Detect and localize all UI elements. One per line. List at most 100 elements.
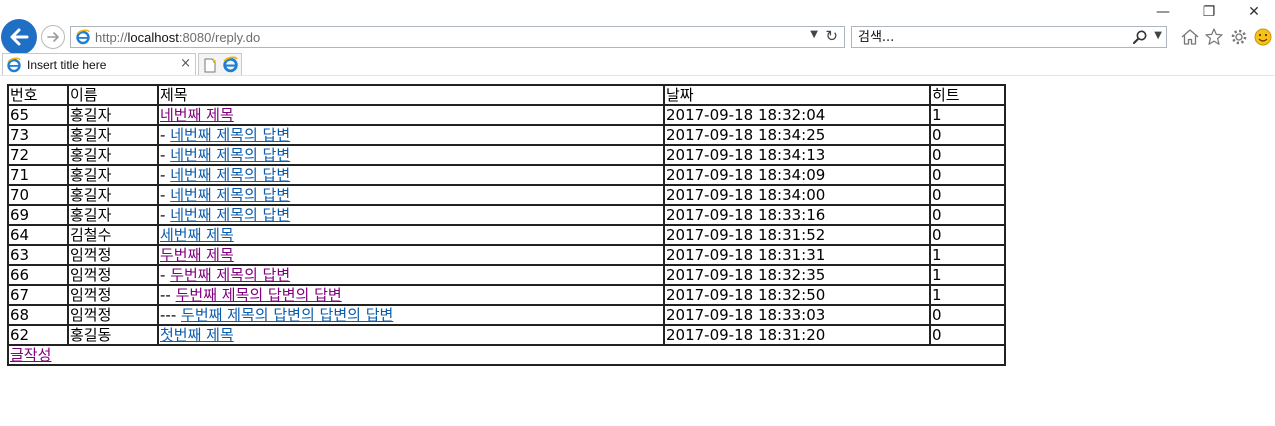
home-icon[interactable] [1179, 26, 1201, 48]
post-title-link[interactable]: 두번째 제목의 답변 [170, 267, 290, 283]
table-row: 66 임꺽정 - 두번째 제목의 답변 2017-09-18 18:32:35 1 [7, 264, 1006, 286]
cell-title: - 네번째 제목의 답변 [157, 124, 665, 146]
smiley-feedback-icon[interactable] [1252, 26, 1274, 48]
favorites-star-icon[interactable] [1203, 26, 1225, 48]
table-row: 63 임꺽정 두번째 제목 2017-09-18 18:31:31 1 [7, 244, 1006, 266]
cell-hits: 0 [929, 184, 1006, 206]
tab-close-icon[interactable]: × [180, 56, 191, 71]
reply-depth-marker: --- [160, 306, 182, 324]
cell-title: - 네번째 제목의 답변 [157, 184, 665, 206]
address-bar[interactable]: http://localhost:8080/reply.do ▼ ↻ [70, 26, 845, 48]
cell-name: 홍길자 [67, 184, 159, 206]
gear-icon[interactable] [1228, 26, 1250, 48]
cell-no: 69 [7, 204, 69, 226]
cell-hits: 1 [929, 264, 1006, 286]
cell-hits: 0 [929, 324, 1006, 346]
post-title-link[interactable]: 네번째 제목의 답변 [170, 207, 290, 223]
table-row: 65 홍길자 네번째 제목 2017-09-18 18:32:04 1 [7, 104, 1006, 126]
cell-name: 임꺽정 [67, 244, 159, 266]
cell-title: 첫번째 제목 [157, 324, 665, 346]
table-row: 73 홍길자 - 네번째 제목의 답변 2017-09-18 18:34:25 0 [7, 124, 1006, 146]
new-page-icon [204, 58, 216, 73]
search-input[interactable] [858, 29, 1118, 45]
cell-title: - 네번째 제목의 답변 [157, 144, 665, 166]
cell-no: 65 [7, 104, 69, 126]
cell-date: 2017-09-18 18:32:35 [663, 264, 931, 286]
cell-no: 73 [7, 124, 69, 146]
close-window-button[interactable]: ✕ [1241, 2, 1267, 22]
post-title-link[interactable]: 네번째 제목의 답변 [170, 147, 290, 163]
address-dropdown-icon[interactable]: ▼ [810, 29, 818, 40]
cell-name: 홍길자 [67, 104, 159, 126]
post-title-link[interactable]: 첫번째 제목 [160, 327, 234, 343]
reply-depth-marker: - [160, 186, 171, 204]
table-row: 69 홍길자 - 네번째 제목의 답변 2017-09-18 18:33:16 0 [7, 204, 1006, 226]
minimize-button[interactable]: — [1150, 2, 1176, 22]
cell-hits: 1 [929, 284, 1006, 306]
cell-no: 62 [7, 324, 69, 346]
browser-tab-active[interactable]: Insert title here × [2, 53, 196, 76]
cell-title: --- 두번째 제목의 답변의 답변의 답변 [157, 304, 665, 326]
post-title-link[interactable]: 세번째 제목 [160, 227, 234, 243]
cell-date: 2017-09-18 18:31:52 [663, 224, 931, 246]
cell-no: 66 [7, 264, 69, 286]
ie-tab-icon [7, 57, 21, 73]
address-url: http://localhost:8080/reply.do [95, 30, 261, 45]
post-title-link[interactable]: 두번째 제목의 답변의 답변의 답변 [181, 307, 393, 323]
post-title-link[interactable]: 네번째 제목의 답변 [170, 167, 290, 183]
post-title-link[interactable]: 네번째 제목 [160, 107, 234, 123]
write-post-link[interactable]: 글작성 [10, 347, 51, 363]
cell-name: 임꺽정 [67, 264, 159, 286]
refresh-icon[interactable]: ↻ [825, 27, 838, 45]
cell-no: 71 [7, 164, 69, 186]
header-hits: 히트 [929, 84, 1006, 106]
cell-name: 임꺽정 [67, 284, 159, 306]
cell-name: 홍길자 [67, 124, 159, 146]
cell-hits: 0 [929, 164, 1006, 186]
cell-hits: 1 [929, 244, 1006, 266]
cell-hits: 0 [929, 224, 1006, 246]
footer-cell: 글작성 [7, 344, 1006, 366]
table-row: 72 홍길자 - 네번째 제목의 답변 2017-09-18 18:34:13 0 [7, 144, 1006, 166]
chrome-divider [0, 75, 1275, 76]
tab-strip: Insert title here × [0, 53, 1275, 76]
cell-hits: 0 [929, 304, 1006, 326]
cell-title: 네번째 제목 [157, 104, 665, 126]
cell-no: 67 [7, 284, 69, 306]
post-title-link[interactable]: 네번째 제목의 답변 [170, 187, 290, 203]
search-dropdown-icon[interactable]: ▼ [1154, 30, 1162, 41]
cell-date: 2017-09-18 18:33:03 [663, 304, 931, 326]
reply-depth-marker: - [160, 206, 171, 224]
cell-hits: 1 [929, 104, 1006, 126]
cell-title: 두번째 제목 [157, 244, 665, 266]
search-icon[interactable] [1132, 29, 1148, 45]
back-button[interactable] [1, 19, 37, 55]
reply-depth-marker: - [160, 126, 171, 144]
search-box[interactable]: ▼ [851, 26, 1167, 48]
reply-depth-marker: - [160, 166, 171, 184]
restore-button[interactable]: ❐ [1196, 2, 1222, 22]
tab-title: Insert title here [27, 58, 107, 72]
post-title-link[interactable]: 두번째 제목 [160, 247, 234, 263]
cell-date: 2017-09-18 18:33:16 [663, 204, 931, 226]
cell-name: 홍길동 [67, 324, 159, 346]
table-row: 71 홍길자 - 네번째 제목의 답변 2017-09-18 18:34:09 0 [7, 164, 1006, 186]
cell-name: 김철수 [67, 224, 159, 246]
post-title-link[interactable]: 두번째 제목의 답변의 답변 [176, 287, 342, 303]
cell-date: 2017-09-18 18:34:13 [663, 144, 931, 166]
header-name: 이름 [67, 84, 159, 106]
ie-page-icon [76, 29, 90, 45]
cell-no: 64 [7, 224, 69, 246]
post-title-link[interactable]: 네번째 제목의 답변 [170, 127, 290, 143]
board-table: 번호 이름 제목 날짜 히트 65 홍길자 네번째 제목 2017-09-18 18:… [7, 84, 1006, 366]
reply-depth-marker: - [160, 146, 171, 164]
arrow-left-icon [10, 28, 29, 46]
reply-depth-marker: - [160, 266, 171, 284]
cell-date: 2017-09-18 18:31:31 [663, 244, 931, 266]
cell-title: 세번째 제목 [157, 224, 665, 246]
forward-button[interactable] [41, 25, 65, 49]
header-title: 제목 [157, 84, 665, 106]
new-tab-button[interactable] [198, 53, 242, 76]
table-row: 68 임꺽정 --- 두번째 제목의 답변의 답변의 답변 2017-09-18 18… [7, 304, 1006, 326]
table-row: 67 임꺽정 -- 두번째 제목의 답변의 답변 2017-09-18 18:32:5… [7, 284, 1006, 306]
